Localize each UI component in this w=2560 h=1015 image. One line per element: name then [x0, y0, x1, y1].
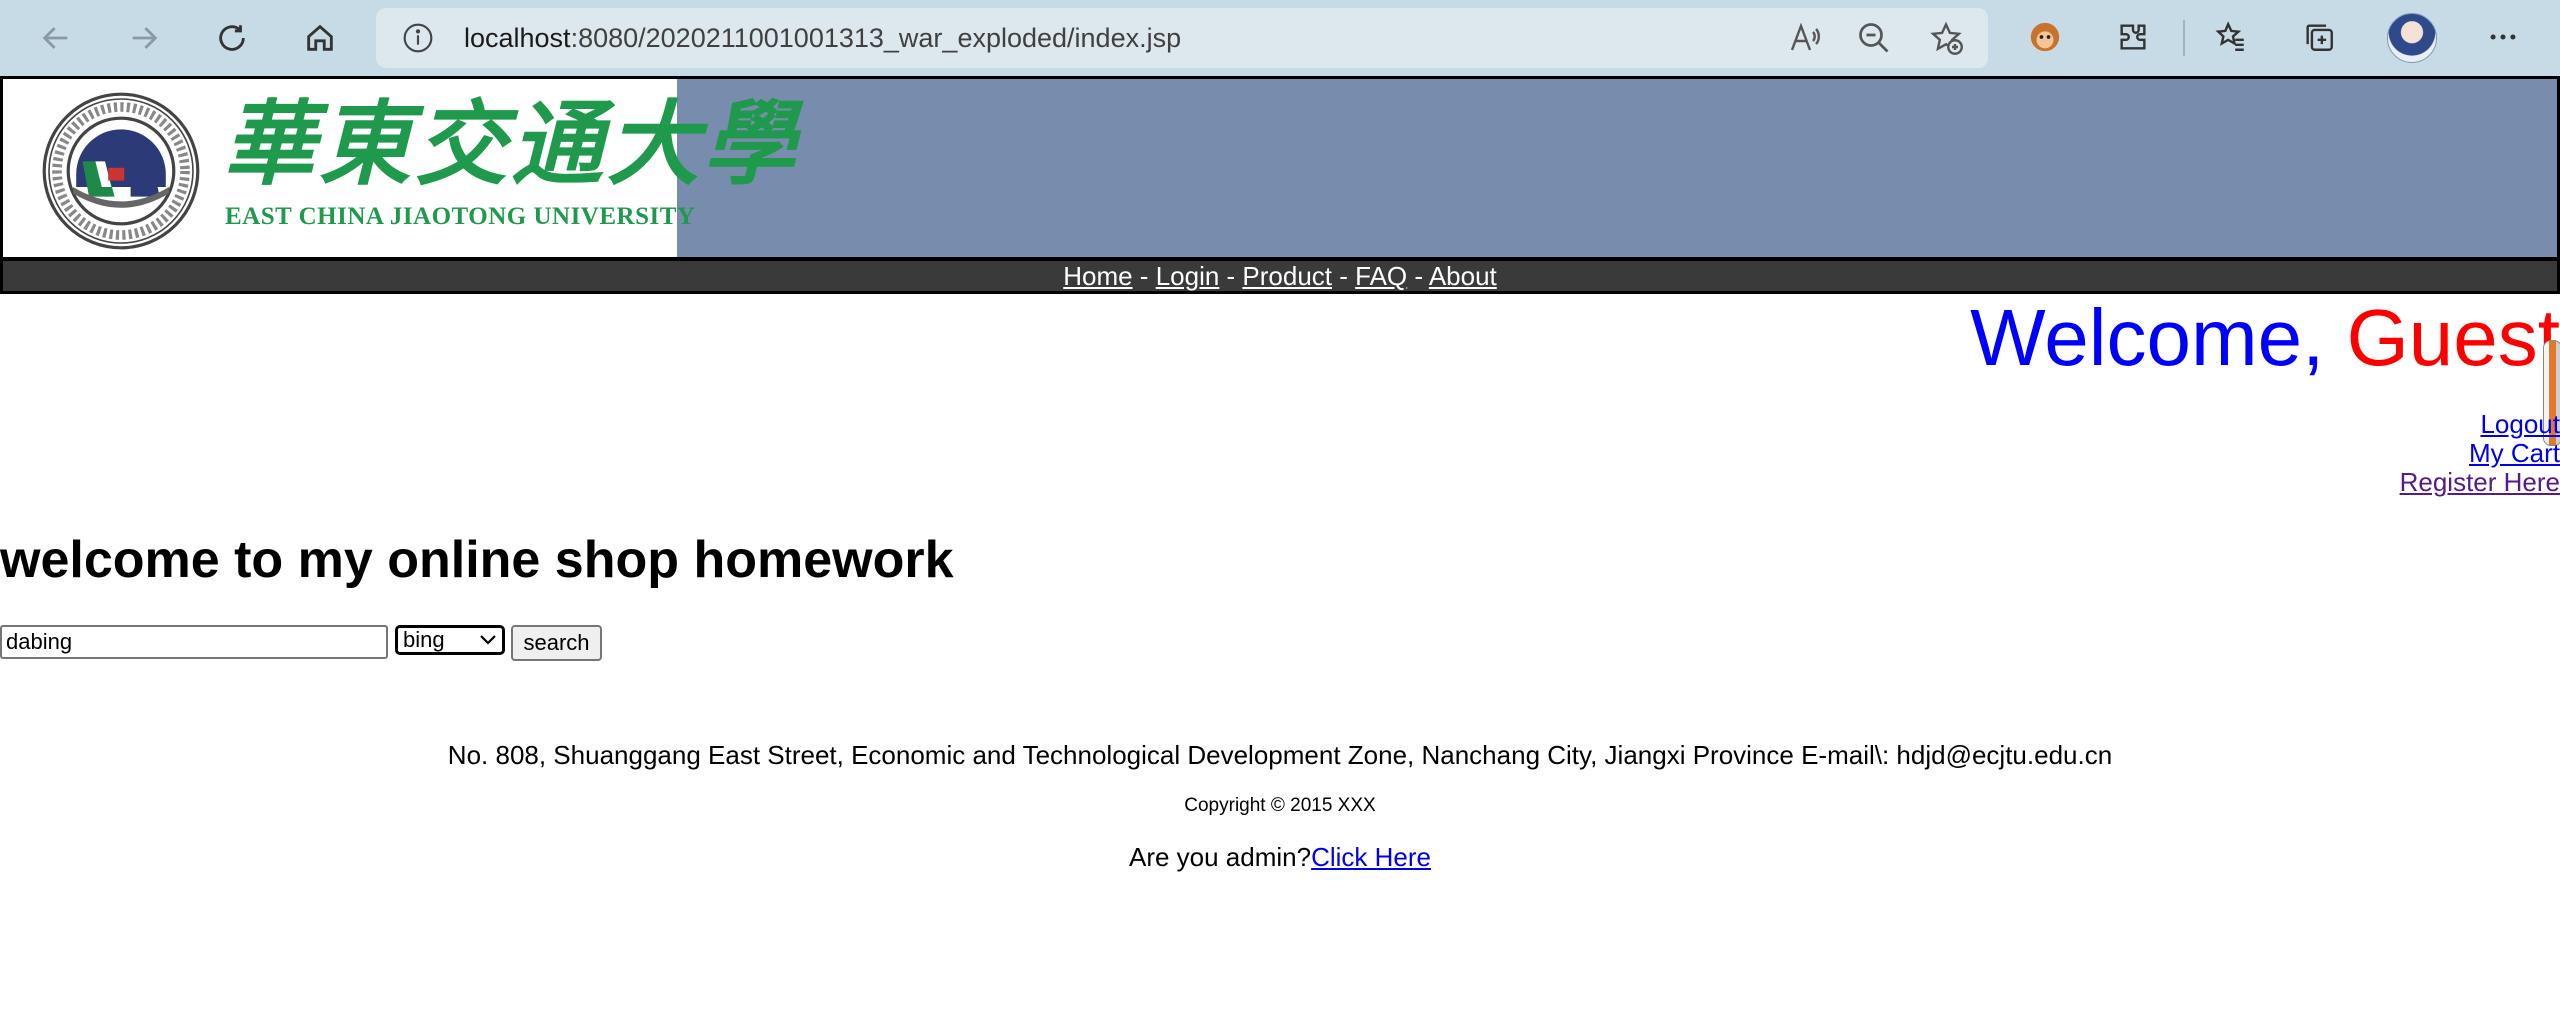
url-path: :8080/2020211001001313_war_exploded/inde… — [570, 23, 1182, 53]
nav-faq-link[interactable]: FAQ — [1355, 261, 1407, 291]
favorites-icon[interactable] — [2210, 16, 2252, 58]
nav-separator: - — [1132, 261, 1156, 291]
nav-separator: - — [1407, 261, 1429, 291]
arrow-left-icon — [42, 27, 68, 49]
chevron-down-icon — [480, 635, 496, 645]
nav-separator: - — [1332, 261, 1356, 291]
nav-product-link[interactable]: Product — [1242, 261, 1332, 291]
url-host: localhost — [464, 23, 571, 53]
collections-icon[interactable] — [2298, 16, 2340, 58]
extensions-icon[interactable] — [2112, 16, 2154, 58]
search-engine-select[interactable]: bing — [395, 625, 505, 655]
reload-icon — [219, 25, 245, 51]
welcome-prefix: Welcome, — [1970, 293, 2347, 382]
browser-toolbar: localhost:8080/2020211001001313_war_expl… — [0, 0, 2560, 76]
more-menu-icon[interactable] — [2482, 16, 2524, 58]
user-links: Logout My Cart Register Here — [2400, 410, 2560, 497]
welcome-username: Guest — [2346, 293, 2560, 382]
logo-english-text: EAST CHINA JIAOTONG UNIVERSITY — [225, 203, 696, 230]
back-button[interactable] — [30, 12, 82, 64]
reload-button[interactable] — [206, 12, 258, 64]
footer-address: No. 808, Shuanggang East Street, Economi… — [447, 740, 2113, 770]
footer-admin: Are you admin?Click Here — [0, 842, 2560, 872]
arrow-right-icon — [132, 27, 158, 49]
search-input[interactable] — [0, 625, 388, 659]
search-engine-selected: bing — [403, 627, 445, 652]
nav-login-link[interactable]: Login — [1156, 261, 1220, 291]
my-cart-link[interactable]: My Cart — [2400, 439, 2560, 468]
university-seal-icon — [42, 92, 200, 250]
url-text[interactable]: localhost:8080/2020211001001313_war_expl… — [464, 8, 1181, 68]
register-link[interactable]: Register Here — [2400, 468, 2560, 497]
home-icon — [307, 24, 333, 51]
profile-avatar[interactable] — [2387, 13, 2437, 63]
page-title: welcome to my online shop homework — [0, 531, 954, 589]
read-aloud-icon[interactable] — [1786, 20, 1822, 56]
zoom-out-icon[interactable] — [1856, 20, 1892, 56]
nav-home-link[interactable]: Home — [1063, 261, 1132, 291]
info-icon[interactable] — [402, 22, 434, 54]
logo-chinese-text: 華東交通大學 — [223, 90, 800, 198]
extension-tampermonkey-icon[interactable] — [2024, 16, 2066, 58]
search-button[interactable]: search — [511, 625, 602, 661]
main-nav: Home - Login - Product - FAQ - About — [0, 258, 2560, 294]
nav-about-link[interactable]: About — [1429, 261, 1497, 291]
admin-link[interactable]: Click Here — [1311, 842, 1431, 872]
logout-link[interactable]: Logout — [2400, 410, 2560, 439]
footer-copyright: Copyright © 2015 XXX — [1184, 795, 1376, 816]
welcome-heading: Welcome, Guest — [1970, 290, 2560, 386]
admin-prompt: Are you admin? — [1128, 842, 1312, 872]
add-favorite-icon[interactable] — [1928, 20, 1964, 56]
nav-separator: - — [1219, 261, 1243, 291]
toolbar-separator — [2183, 20, 2185, 56]
university-logo: 華東交通大學 EAST CHINA JIAOTONG UNIVERSITY — [3, 79, 795, 257]
site-banner: 華東交通大學 EAST CHINA JIAOTONG UNIVERSITY — [0, 76, 2560, 260]
forward-button[interactable] — [118, 12, 170, 64]
address-bar[interactable]: localhost:8080/2020211001001313_war_expl… — [376, 8, 1988, 68]
home-button[interactable] — [294, 12, 346, 64]
